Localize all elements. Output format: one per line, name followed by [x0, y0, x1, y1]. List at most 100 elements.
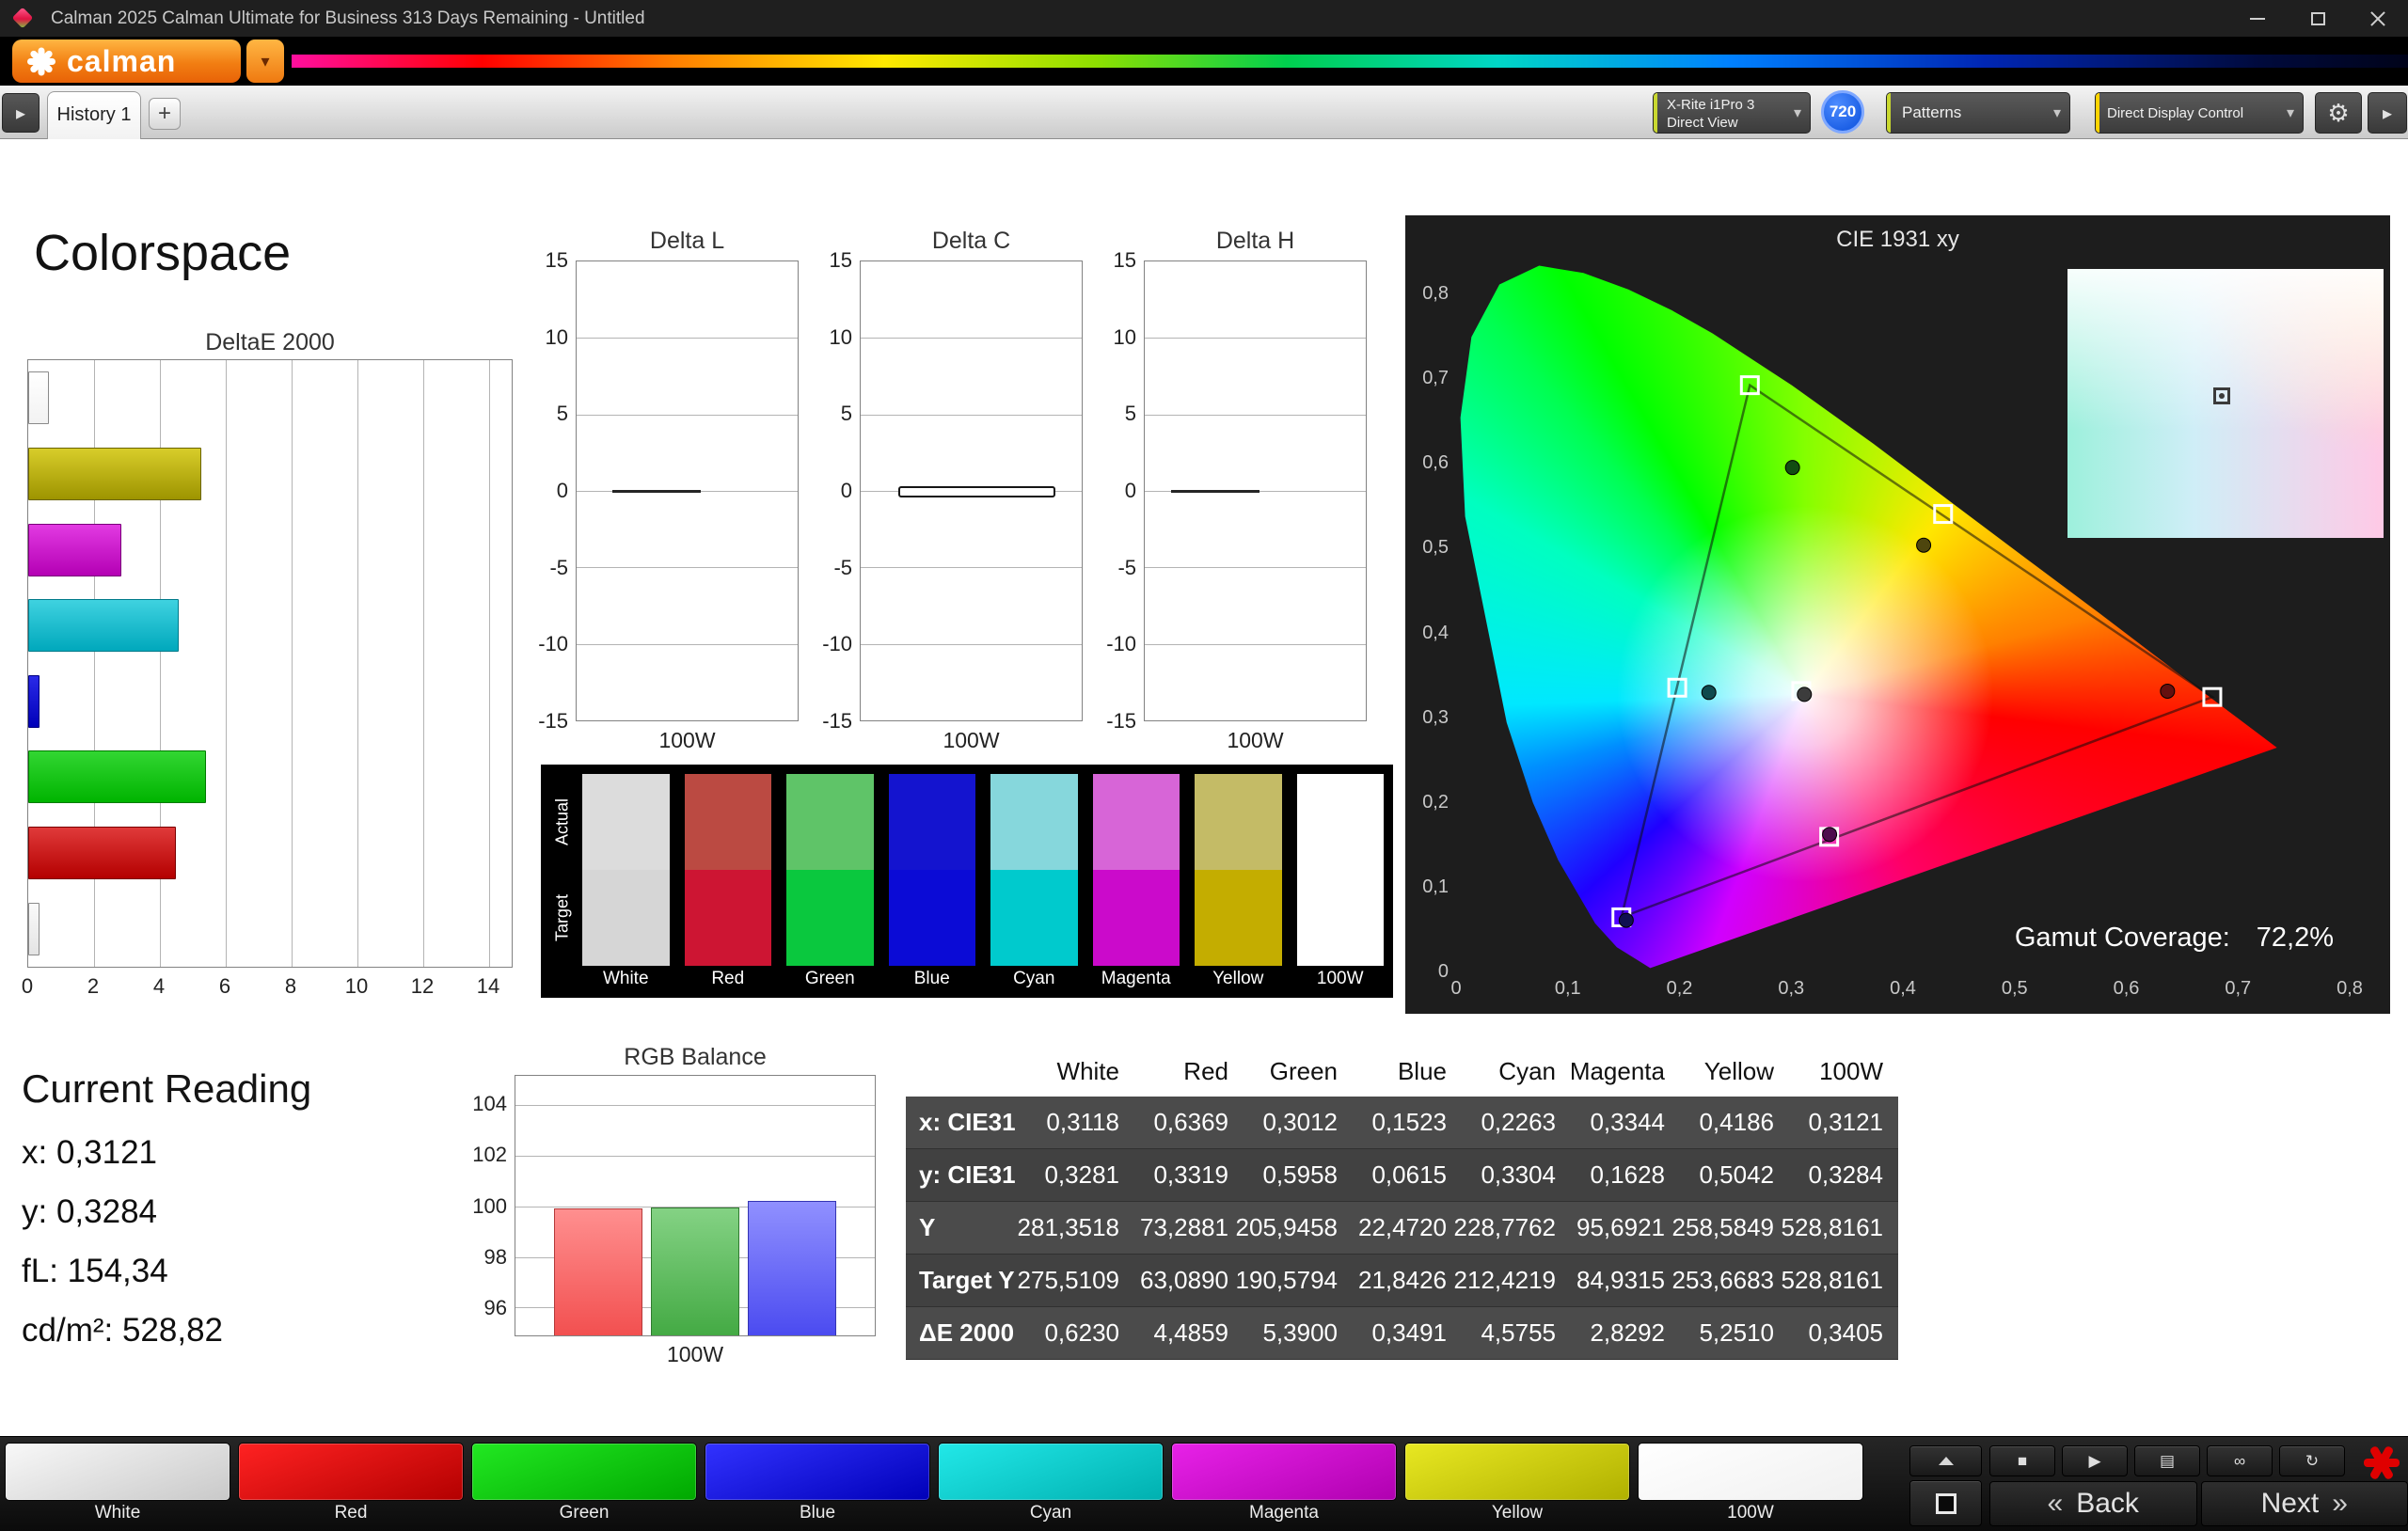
table-row-label: y: CIE31 — [906, 1149, 1025, 1202]
pattern-label: Red — [238, 1501, 464, 1525]
pattern-label: 100W — [1638, 1501, 1863, 1525]
tab-history-1[interactable]: History 1 — [47, 91, 141, 139]
settings-button[interactable]: ⚙ — [2315, 92, 2362, 134]
delta-gridline — [861, 338, 1082, 339]
maximize-button[interactable] — [2288, 0, 2348, 37]
display-control-dropdown[interactable]: Direct Display Control ▾ — [2095, 92, 2304, 134]
pattern-button-red[interactable] — [238, 1443, 464, 1501]
deltae-bar-row — [28, 815, 512, 892]
delta-gridline — [577, 567, 798, 568]
swatch-row-labels: Actual Target — [548, 774, 577, 992]
swatch-column-green: Green — [786, 774, 874, 992]
target-row-label: Target — [548, 870, 577, 966]
deltae-bar-row — [28, 360, 512, 436]
pattern-window-button[interactable] — [1909, 1480, 1982, 1526]
chevron-down-icon: ▾ — [2053, 103, 2061, 122]
deltae-bar-rows — [28, 360, 512, 967]
delta-h-title: Delta H — [1144, 228, 1367, 255]
cie-yticks: 0,80,70,60,50,40,30,20,10 — [1409, 252, 1449, 972]
swatch-label: Red — [685, 966, 772, 992]
workflow-nav-right-button[interactable]: ▸ — [2368, 92, 2407, 134]
cie-measured-green — [1785, 461, 1799, 475]
table-cell: 0,1523 — [1353, 1097, 1462, 1149]
continuous-measure-button[interactable]: ∞ — [2207, 1445, 2273, 1476]
close-icon — [2368, 9, 2387, 28]
pattern-label: Blue — [705, 1501, 930, 1525]
delta-zero-line — [612, 490, 701, 493]
gamut-coverage: Gamut Coverage: 72,2% — [2015, 923, 2334, 954]
table-header: Red — [1134, 1046, 1244, 1097]
swatch-actual — [1093, 774, 1180, 870]
stop-button[interactable]: ■ — [1989, 1445, 2055, 1476]
minimize-icon — [2250, 18, 2265, 20]
meter-mode: Direct View — [1667, 115, 1738, 131]
gear-icon: ⚙ — [2327, 99, 2349, 128]
cie-measured-white — [1798, 687, 1812, 702]
meter-status-indicator — [1654, 93, 1657, 133]
maximize-icon — [2311, 12, 2325, 25]
deltae-xtick-label: 8 — [285, 974, 296, 999]
table-corner — [906, 1046, 1025, 1097]
table-header: Blue — [1353, 1046, 1462, 1097]
swatch-column-yellow: Yellow — [1195, 774, 1282, 992]
window-title: Calman 2025 Calman Ultimate for Business… — [51, 0, 645, 37]
delta-c-plot — [860, 260, 1083, 721]
swatch-column-red: Red — [685, 774, 772, 992]
workflow-nav-left-button[interactable]: ▸ — [2, 93, 40, 133]
next-button[interactable]: Next » — [2201, 1481, 2408, 1526]
calman-logo[interactable]: calman — [12, 39, 241, 83]
delta-ytick-label: -5 — [833, 556, 852, 580]
reading-y: y: 0,3284 — [22, 1193, 157, 1231]
rgb-gridline — [515, 1156, 875, 1157]
cie-inset-marker — [2213, 387, 2230, 404]
cie-ytick-label: 0,8 — [1422, 283, 1449, 305]
pattern-button-cyan[interactable] — [938, 1443, 1164, 1501]
main-menu-button[interactable]: ▾ — [246, 39, 284, 83]
delta-ytick-label: 0 — [1125, 479, 1136, 503]
cie-xtick-label: 0,7 — [2225, 978, 2251, 1000]
cie-xtick-label: 0,1 — [1555, 978, 1581, 1000]
delta-gridline — [861, 415, 1082, 416]
delta-l-ylabels: 151050-5-10-15 — [517, 260, 568, 721]
table-cell: 5,3900 — [1244, 1307, 1353, 1360]
back-button[interactable]: « Back — [1989, 1481, 2197, 1526]
pattern-button-yellow[interactable] — [1404, 1443, 1630, 1501]
delta-ytick-label: 10 — [546, 325, 568, 350]
pattern-button-magenta[interactable] — [1171, 1443, 1397, 1501]
sync-badge[interactable]: 720 — [1821, 90, 1864, 134]
refresh-button[interactable]: ↻ — [2279, 1445, 2345, 1476]
pattern-button-100w[interactable] — [1638, 1443, 1863, 1501]
delta-l-xlabel: 100W — [576, 728, 799, 753]
minimize-button[interactable] — [2227, 0, 2288, 37]
table-cell: 0,3121 — [1789, 1097, 1898, 1149]
deltae-bar-row — [28, 588, 512, 664]
close-button[interactable] — [2348, 0, 2408, 37]
swatch-column-blue: Blue — [889, 774, 976, 992]
chevron-down-icon: ▾ — [2287, 103, 2294, 122]
cie-ytick-label: 0 — [1438, 961, 1449, 983]
swatch-actual — [889, 774, 976, 870]
arrow-right-icon: ▸ — [16, 102, 25, 125]
save-button[interactable]: ▤ — [2134, 1445, 2200, 1476]
deltae-bar-row — [28, 436, 512, 513]
delta-ytick-label: -5 — [1117, 556, 1136, 580]
swatch-actual — [1195, 774, 1282, 870]
patterns-dropdown[interactable]: Patterns ▾ — [1886, 92, 2070, 134]
pattern-button-green[interactable] — [471, 1443, 697, 1501]
swatch-target — [582, 870, 670, 966]
cie-ytick-label: 0,2 — [1422, 792, 1449, 813]
play-button[interactable]: ▶ — [2062, 1445, 2128, 1476]
add-tab-button[interactable]: + — [149, 98, 181, 130]
chevron-left-icon: « — [2048, 1488, 2064, 1520]
rgb-ytick-label: 96 — [484, 1296, 507, 1320]
delta-zero-line — [1171, 490, 1259, 493]
collapse-panel-button[interactable] — [1909, 1445, 1982, 1476]
delta-ytick-label: 15 — [1114, 248, 1136, 273]
meter-dropdown[interactable]: X-Rite i1Pro 3 Direct View ▾ — [1653, 92, 1811, 134]
table-cell: 0,2263 — [1462, 1097, 1571, 1149]
delta-ytick-label: 0 — [557, 479, 568, 503]
pattern-button-white[interactable] — [5, 1443, 230, 1501]
delta-c-ylabels: 151050-5-10-15 — [801, 260, 852, 721]
pattern-button-blue[interactable] — [705, 1443, 930, 1501]
swatch-columns: WhiteRedGreenBlueCyanMagentaYellow100W — [582, 774, 1384, 992]
